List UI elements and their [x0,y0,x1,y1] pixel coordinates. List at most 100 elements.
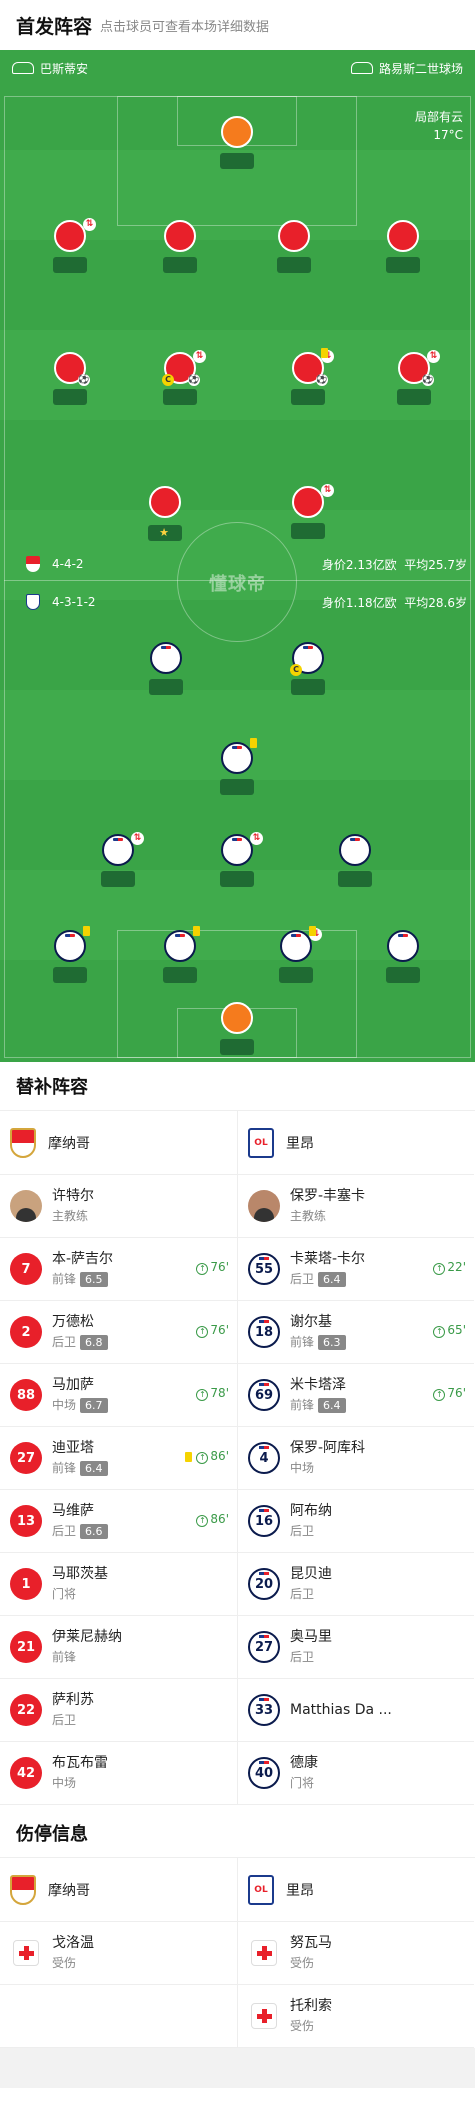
injury-row[interactable]: 努瓦马 受伤 [238,1922,474,1985]
lyon-crest-icon [26,594,40,610]
sub-player-row[interactable]: 22 萨利苏 后卫 [0,1679,237,1742]
position-text: 中场 [290,1461,315,1475]
sub-in-time: ↑ 86' [196,1512,229,1527]
injuries-away-team[interactable]: OL 里昂 [238,1858,474,1922]
sub-player-row[interactable]: 88 马加萨 中场 6.7 ↑ 78' [0,1364,237,1427]
sub-player-row[interactable]: 27 迪亚塔 前锋 6.4 ↑ 86' [0,1427,237,1490]
team-bar: 巴斯蒂安 路易斯二世球场 [0,55,475,81]
sub-player-row[interactable]: 16 阿布纳 后卫 [238,1490,474,1553]
player-home[interactable] [177,116,297,173]
sub-info: 迪亚塔 前锋 6.4 [52,1438,108,1478]
sub-out-icon: ⇅ [193,350,206,363]
player-home[interactable]: ⚽ [10,352,130,409]
injury-status: 受伤 [290,2019,315,2033]
subs-home-team[interactable]: 摩纳哥 [0,1111,237,1175]
stadium-name: 路易斯二世球场 [378,61,463,76]
player-rating [386,967,420,983]
player-rating [220,1039,254,1055]
footer-spacer [0,2048,475,2088]
sub-position: 中场 6.7 [52,1395,108,1415]
player-away[interactable]: ⇅ [177,832,297,891]
sub-info: 米卡塔泽 前锋 6.4 [290,1375,346,1415]
player-away[interactable] [177,738,297,799]
sub-name: 马维萨 [52,1503,94,1519]
position-text: 前锋 [290,1398,315,1412]
player-away[interactable] [177,1002,297,1059]
sub-player-row[interactable]: 13 马维萨 后卫 6.6 ↑ 86' [0,1490,237,1553]
player-home[interactable] [120,220,240,277]
subs-away-column: OL 里昂 保罗-丰塞卡 主教练 55 卡莱塔-卡尔 后卫 6.4 ↑ 22' 18 谢尔基前… [237,1111,474,1805]
player-home[interactable] [234,220,354,277]
sub-player-row[interactable]: 33 Matthias Da ... [238,1679,474,1742]
sub-player-row[interactable]: 18 谢尔基 前锋 6.3 ↑ 65' [238,1301,474,1364]
sub-info: 马耶茨基 门将 [52,1564,108,1604]
player-away[interactable] [106,642,226,699]
player-away[interactable]: ⇅ [58,832,178,891]
time-text: 76' [210,1323,229,1337]
jersey-number: 4 [248,1442,280,1474]
sub-player-row[interactable]: 42 布瓦布雷 中场 [0,1742,237,1805]
sub-in-icon: ↑ [196,1452,209,1464]
sub-player-row[interactable]: 4 保罗-阿库科 中场 [238,1427,474,1490]
player-home[interactable]: ⇅⚽ [248,348,368,409]
lyon-crest-icon: OL [248,1127,274,1158]
injury-row[interactable]: 戈洛温 受伤 [0,1922,237,1985]
player-away[interactable] [120,926,240,987]
sub-player-row[interactable]: 40 德康 门将 [238,1742,474,1805]
sub-rating: 6.3 [318,1335,346,1350]
injury-row[interactable]: 托利索 受伤 [238,1985,474,2048]
jersey-number: ⇅ C ⚽ [162,350,206,386]
player-home[interactable] [343,220,463,277]
sub-player-row[interactable]: 7 本-萨吉尔 前锋 6.5 ↑ 76' [0,1238,237,1301]
player-away[interactable] [10,926,130,987]
subs-away-team[interactable]: OL 里昂 [238,1111,474,1175]
sub-name: 昆贝迪 [290,1566,332,1582]
sub-in-icon: ↑ [433,1389,446,1401]
player-rating [338,871,372,887]
sub-info: 德康 门将 [290,1753,318,1793]
player-rating [148,525,182,541]
sub-player-row[interactable]: 55 卡莱塔-卡尔 后卫 6.4 ↑ 22' [238,1238,474,1301]
player-rating [291,389,325,405]
player-rating [53,967,87,983]
number-text: 42 [16,1765,36,1781]
player-home[interactable]: ⇅ C ⚽ [120,350,240,409]
jersey-number [149,486,181,518]
number-text: 18 [254,1324,274,1340]
sub-name: 布瓦布雷 [52,1755,108,1771]
number-text: 4 [259,1450,269,1466]
player-away[interactable] [343,930,463,987]
sub-player-row[interactable]: 69 米卡塔泽 前锋 6.4 ↑ 76' [238,1364,474,1427]
sub-in-icon: ↑ [196,1515,209,1527]
away-coach[interactable]: 保罗-丰塞卡 主教练 [238,1175,474,1238]
player-away[interactable]: C [248,642,368,699]
player-home[interactable]: ⇅ [10,218,130,277]
player-home[interactable]: ⇅ [248,484,368,543]
sub-player-row[interactable]: 27 奥马里 后卫 [238,1616,474,1679]
jersey-number: 16 [248,1505,280,1537]
player-home[interactable]: ⇅⚽ [354,350,474,409]
jersey-number: ⚽ [54,352,90,386]
number-text: 88 [16,1387,36,1403]
sub-player-row[interactable]: 1 马耶茨基 门将 [0,1553,237,1616]
sub-player-row[interactable]: 21 伊莱尼赫纳 前锋 [0,1616,237,1679]
home-formation: 4-4-2 [52,557,84,571]
sub-player-row[interactable]: 2 万德松 后卫 6.8 ↑ 76' [0,1301,237,1364]
injuries-home-team[interactable]: 摩纳哥 [0,1858,237,1922]
jersey-number [278,220,310,252]
sub-name: 卡莱塔-卡尔 [290,1251,366,1267]
sub-name: 保罗-阿库科 [290,1440,366,1456]
home-coach[interactable]: 许特尔 主教练 [0,1175,237,1238]
position-text: 后卫 [52,1713,77,1727]
sub-name: 米卡塔泽 [290,1377,346,1393]
sub-info: 萨利苏 后卫 [52,1690,94,1730]
player-home[interactable] [105,486,225,541]
sub-player-row[interactable]: 20 昆贝迪 后卫 [238,1553,474,1616]
position-text: 中场 [52,1398,77,1412]
player-away[interactable]: ⇅ [236,926,356,987]
sub-name: 本-萨吉尔 [52,1251,114,1267]
goal-ball-icon: ⚽ [316,374,328,386]
jersey-number: 40 [248,1757,280,1789]
monaco-crest-icon [10,1127,36,1158]
player-away[interactable] [295,834,415,891]
